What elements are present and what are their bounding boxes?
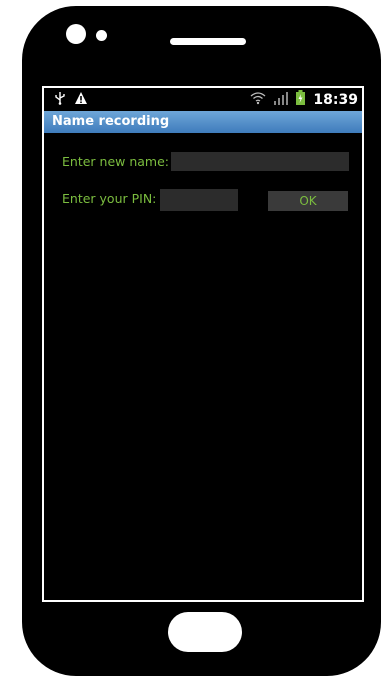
pin-label: Enter your PIN:: [62, 191, 157, 206]
status-bar: 18:39: [44, 88, 362, 110]
proximity-sensor: [96, 30, 107, 41]
name-input[interactable]: [171, 152, 349, 171]
wifi-icon: [250, 90, 266, 109]
device-screen: 18:39 Name recording Enter new name: Ent…: [42, 86, 364, 602]
name-label: Enter new name:: [62, 154, 169, 169]
front-camera: [66, 24, 86, 44]
app-title-bar: Name recording: [44, 111, 362, 133]
pin-input[interactable]: [160, 189, 238, 211]
ok-button[interactable]: OK: [268, 191, 348, 211]
earpiece-speaker: [170, 38, 246, 45]
usb-icon: [54, 91, 66, 109]
warning-icon: [74, 91, 88, 109]
home-button[interactable]: [168, 612, 242, 652]
signal-icon: [274, 90, 289, 109]
phone-frame: 18:39 Name recording Enter new name: Ent…: [22, 6, 381, 676]
status-time: 18:39: [313, 91, 358, 108]
app-title: Name recording: [52, 114, 170, 129]
battery-icon: [296, 90, 306, 109]
